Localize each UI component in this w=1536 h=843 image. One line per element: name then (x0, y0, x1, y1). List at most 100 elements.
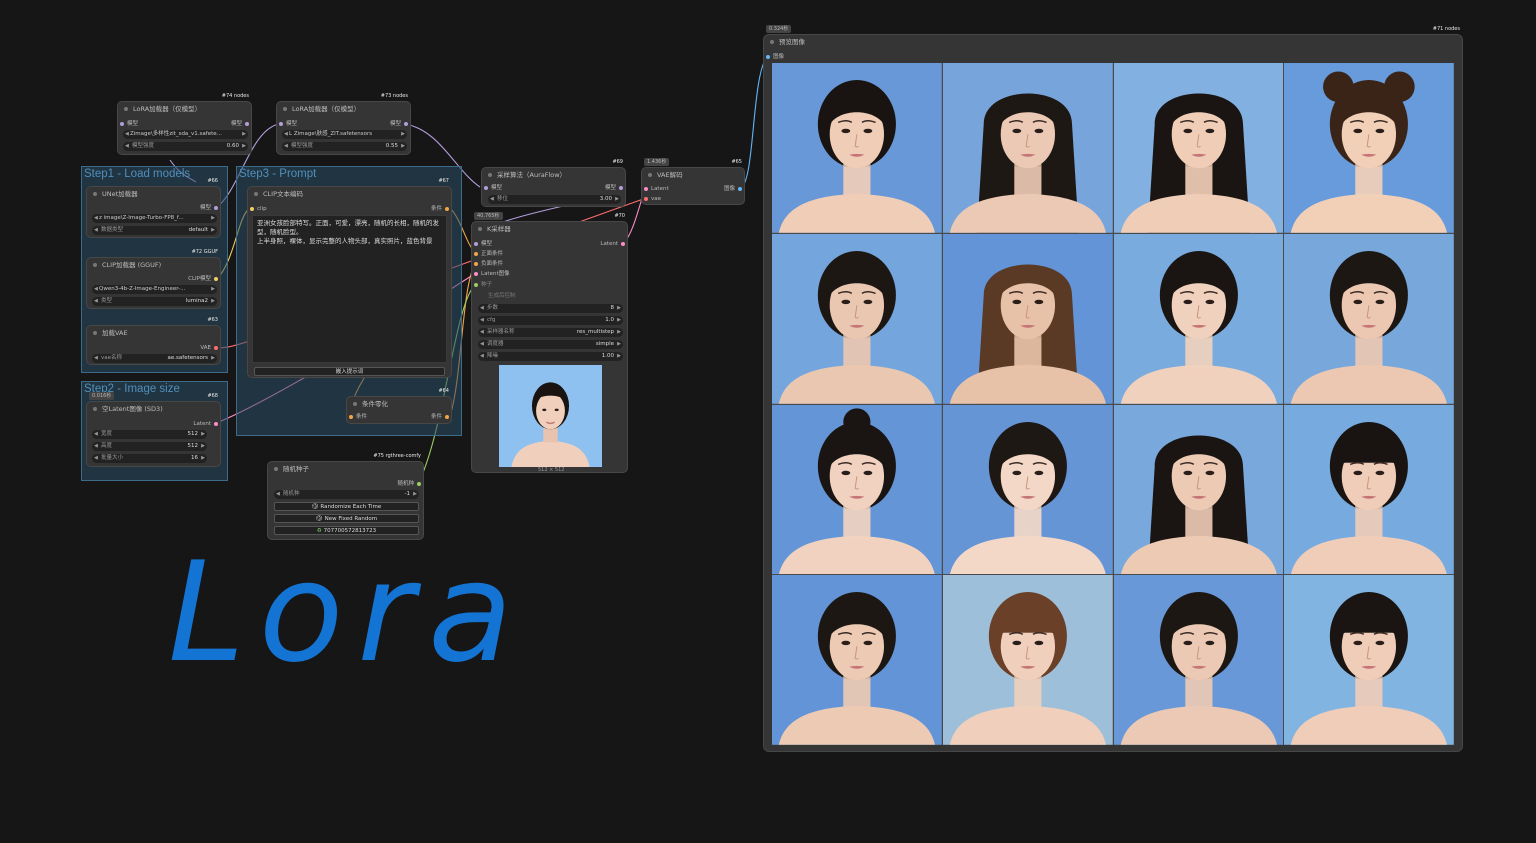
collapse-dot-icon[interactable] (93, 407, 97, 411)
preview-thumbnail[interactable] (1284, 575, 1454, 745)
input-port-latent[interactable]: Latent (644, 185, 669, 193)
input-port-seed[interactable]: 种子 (474, 281, 492, 289)
width-input[interactable]: ◀ 宽度 512 ▶ (92, 430, 207, 439)
collapse-dot-icon[interactable] (93, 192, 97, 196)
collapse-dot-icon[interactable] (93, 331, 97, 335)
unet-loader-node[interactable]: #66 UNet加载器 模型 ◀ z image\Z-Image-Turbo-FP… (86, 178, 221, 238)
lora-name-select[interactable]: ◀ Zimage\多样性zit_sda_v1.safete... ▶ (123, 130, 248, 139)
node-badge: #66 (207, 178, 218, 184)
lora-loader-node-b[interactable]: #73 nodes LoRA加载器（仅模型） 模型 模型 ◀ L Zimage\肤… (276, 93, 411, 155)
input-port-negative[interactable]: 负面条件 (474, 260, 503, 268)
preview-thumbnail[interactable] (772, 233, 942, 404)
embed-prompt-button[interactable]: 嵌入提示词 (254, 367, 445, 376)
preview-thumbnail[interactable] (1284, 233, 1454, 404)
seed-node[interactable]: #75 rgthree-comfy 随机种子 随机种 ◀ 随机种 -1 ▶ 🎲︎ Ra… (267, 453, 424, 540)
output-port-conditioning[interactable]: 条件 (431, 413, 449, 421)
node-badge: #75 rgthree-comfy (373, 453, 421, 459)
collapse-dot-icon[interactable] (770, 40, 774, 44)
collapse-dot-icon[interactable] (478, 227, 482, 231)
preview-thumbnail[interactable] (942, 233, 1113, 404)
node-title: VAE解码 (657, 171, 683, 179)
preview-thumbnail[interactable] (1113, 63, 1284, 233)
collapse-dot-icon[interactable] (274, 467, 278, 471)
seed-input[interactable]: ◀ 随机种 -1 ▶ (274, 490, 419, 499)
preview-thumbnail[interactable] (1113, 233, 1284, 404)
model-sampling-auraflow-node[interactable]: #69 采样算法（AuraFlow） 模型 模型 ◀ 移位 3.00 ▶ (481, 159, 626, 207)
preview-thumbnail[interactable] (942, 63, 1113, 233)
collapse-dot-icon[interactable] (648, 173, 652, 177)
node-title: 条件零化 (362, 400, 388, 408)
strength-input[interactable]: ◀ 模型强度 0.55 ▶ (282, 142, 407, 151)
input-port-vae[interactable]: vae (644, 195, 661, 203)
output-port-latent[interactable]: Latent (600, 240, 625, 248)
input-port-clip[interactable]: clip (250, 205, 267, 213)
output-port-clip[interactable]: CLIP模型 (188, 275, 218, 283)
ksampler-node[interactable]: #70 40.765秒 K采样器 模型 Latent 正面条件 负面条件 Lat… (471, 212, 628, 473)
collapse-dot-icon[interactable] (353, 402, 357, 406)
input-port-conditioning[interactable]: 条件 (349, 413, 367, 421)
lora-name-select[interactable]: ◀ L Zimage\肤感_ZIT.safetensors ▶ (282, 130, 407, 139)
preview-thumbnail[interactable] (1113, 404, 1284, 575)
new-fixed-random-button[interactable]: 🎲︎ New Fixed Random (274, 514, 419, 523)
collapse-dot-icon[interactable] (93, 263, 97, 267)
steps-input[interactable]: ◀ 步数 8 ▶ (478, 304, 623, 313)
weight-dtype-select[interactable]: ◀ 数据类型 default ▶ (92, 226, 217, 235)
output-port-model[interactable]: 模型 (605, 184, 623, 192)
input-port-positive[interactable]: 正面条件 (474, 250, 503, 258)
preview-thumbnail[interactable] (772, 404, 942, 575)
input-port-model[interactable]: 模型 (279, 120, 297, 128)
node-badge: #72 GGUF (191, 249, 218, 255)
denoise-input[interactable]: ◀ 降噪 1.00 ▶ (478, 352, 623, 361)
clip-text-encode-node[interactable]: #67 CLIP文本编码 clip 条件 亚洲女孩脸部特写。正面，可爱，漂亮，随… (247, 178, 452, 378)
vae-decode-node[interactable]: #65 1.436秒 VAE解码 Latent 图像 vae (641, 158, 745, 205)
sampler-name-select[interactable]: ◀ 采样器名称 res_multistep ▶ (478, 328, 623, 337)
strength-input[interactable]: ◀ 模型强度 0.60 ▶ (123, 142, 248, 151)
output-port-vae[interactable]: VAE (200, 344, 218, 352)
output-port-model[interactable]: 模型 (390, 120, 408, 128)
conditioning-zero-node[interactable]: #64 条件零化 条件 条件 (346, 388, 452, 424)
unet-name-select[interactable]: ◀ z image\Z-Image-Turbo-FP8_f... ▶ (92, 214, 217, 223)
collapse-dot-icon[interactable] (488, 173, 492, 177)
empty-latent-node[interactable]: #68 0.016秒 空Latent图像 (SD3) Latent ◀ 宽度 512… (86, 392, 221, 467)
output-port-seed[interactable]: 随机种 (397, 480, 421, 488)
node-badge: #65 (731, 159, 742, 165)
output-port-conditioning[interactable]: 条件 (431, 205, 449, 213)
preview-thumbnail[interactable] (1113, 575, 1284, 745)
preview-thumbnail[interactable] (1284, 63, 1454, 233)
vae-name-select[interactable]: ◀ vae名称 ae.safetensors ▶ (92, 354, 217, 363)
randomize-each-time-button[interactable]: 🎲︎ Randomize Each Time (274, 502, 419, 511)
shift-input[interactable]: ◀ 移位 3.00 ▶ (488, 195, 621, 204)
preview-thumbnail[interactable] (942, 575, 1113, 745)
clip-loader-node[interactable]: #72 GGUF CLIP加载器 (GGUF) CLIP模型 ◀ Qwen3-4b… (86, 249, 221, 309)
batch-size-input[interactable]: ◀ 批量大小 16 ▶ (92, 454, 207, 463)
execution-time: 0.324秒 (766, 25, 792, 33)
output-port-latent[interactable]: Latent (193, 420, 218, 428)
preview-thumbnail[interactable] (1284, 404, 1454, 575)
vae-loader-node[interactable]: #63 加载VAE VAE ◀ vae名称 ae.safetensors ▶ (86, 317, 221, 365)
node-badge: #64 (438, 388, 449, 394)
preview-thumbnail[interactable] (772, 63, 942, 233)
preview-thumbnail[interactable] (942, 404, 1113, 575)
node-title: CLIP文本编码 (263, 190, 303, 198)
collapse-dot-icon[interactable] (254, 192, 258, 196)
prompt-textarea[interactable]: 亚洲女孩脸部特写。正面，可爱，漂亮，随机的长相，随机的发型，随机脸型。 上半身照… (252, 215, 447, 363)
input-port-images[interactable]: 图像 (766, 53, 784, 61)
input-port-model[interactable]: 模型 (474, 240, 492, 248)
input-port-latent[interactable]: Latent图像 (474, 270, 510, 278)
collapse-dot-icon[interactable] (283, 107, 287, 111)
clip-name-select[interactable]: ◀ Qwen3-4b-Z-Image-Engineer-... ▶ (92, 285, 217, 294)
lora-loader-node-a[interactable]: #74 nodes LoRA加载器（仅模型） 模型 模型 ◀ Zimage\多样性… (117, 93, 252, 155)
clip-type-select[interactable]: ◀ 类型 lumina2 ▶ (92, 297, 217, 306)
output-port-model[interactable]: 模型 (200, 204, 218, 212)
output-port-model[interactable]: 模型 (231, 120, 249, 128)
preview-thumbnail[interactable] (772, 575, 942, 745)
collapse-dot-icon[interactable] (124, 107, 128, 111)
cfg-input[interactable]: ◀ cfg 1.0 ▶ (478, 316, 623, 325)
scheduler-select[interactable]: ◀ 调度器 simple ▶ (478, 340, 623, 349)
input-port-model[interactable]: 模型 (120, 120, 138, 128)
node-title: CLIP加载器 (GGUF) (102, 261, 162, 269)
height-input[interactable]: ◀ 高度 512 ▶ (92, 442, 207, 451)
output-port-image[interactable]: 图像 (724, 185, 742, 193)
node-title: 空Latent图像 (SD3) (102, 405, 163, 413)
input-port-model[interactable]: 模型 (484, 184, 502, 192)
